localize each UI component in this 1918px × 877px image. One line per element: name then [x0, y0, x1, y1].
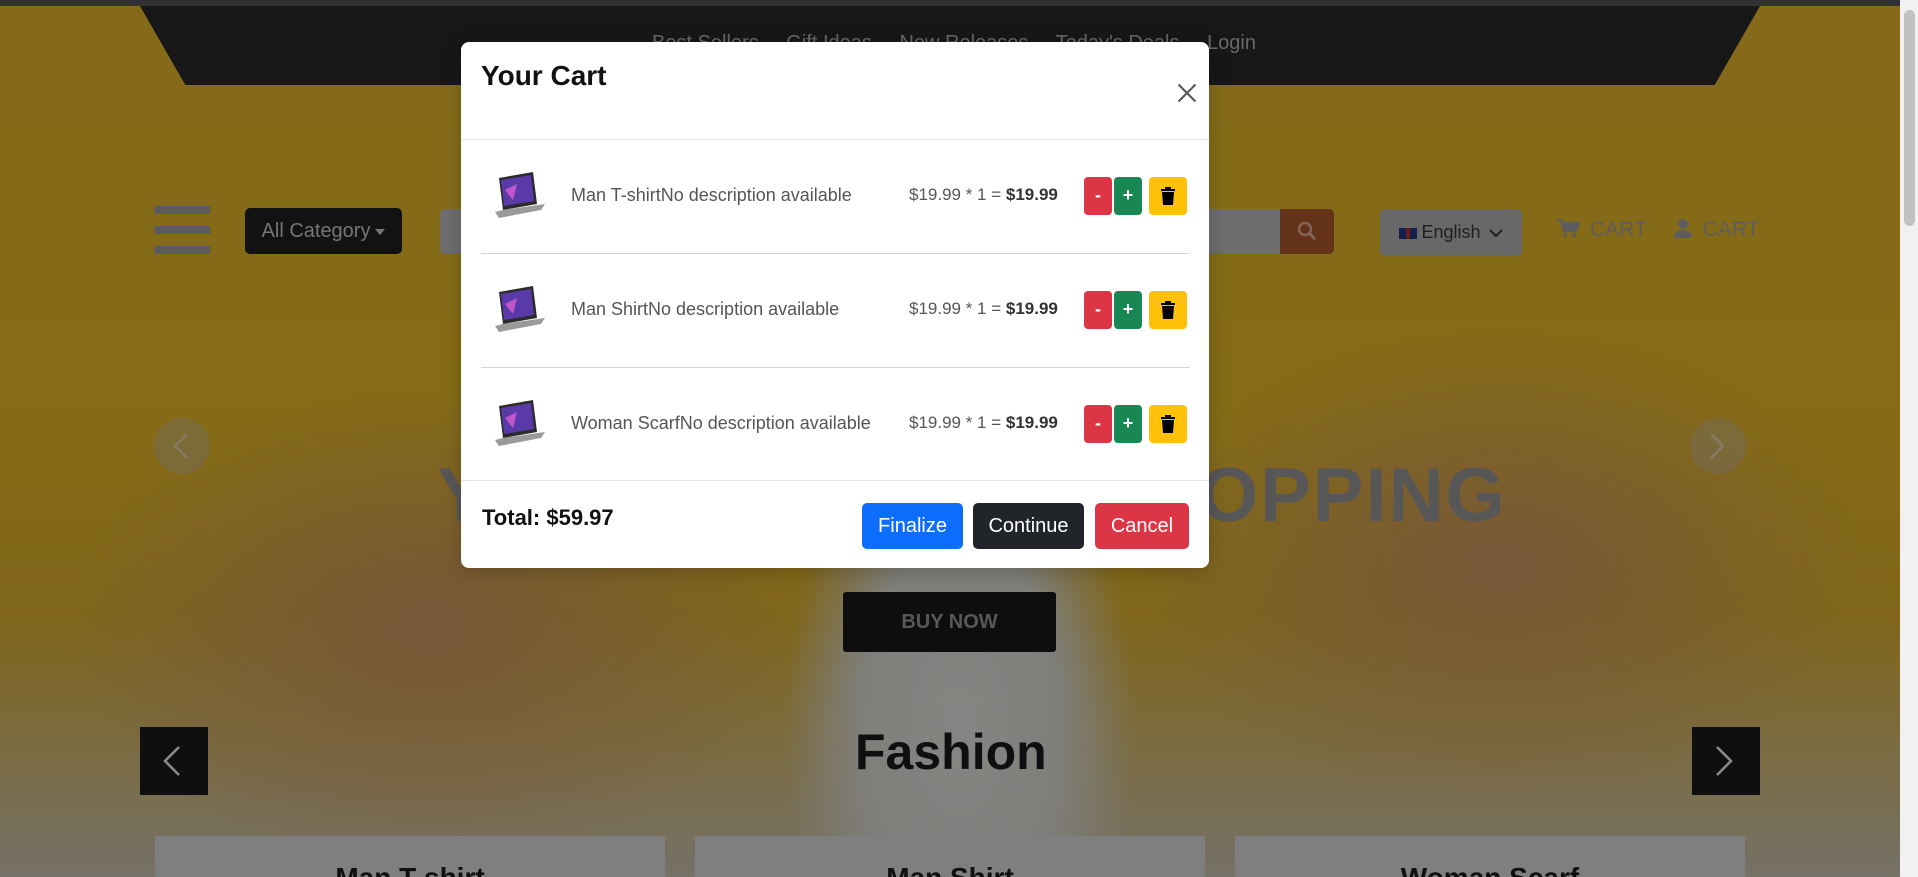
decrease-quantity-button[interactable]: -	[1084, 291, 1112, 329]
cart-item-price: $19.99 * 1 = $19.99	[909, 413, 1058, 433]
cart-modal: Your Cart Man T-shirtNo description avai…	[461, 42, 1209, 568]
cancel-button[interactable]: Cancel	[1095, 503, 1189, 549]
cart-item-subtotal: $19.99	[1005, 413, 1058, 432]
decrease-quantity-button[interactable]: -	[1084, 405, 1112, 443]
laptop-icon	[495, 286, 545, 332]
trash-icon	[1161, 415, 1175, 433]
trash-icon	[1161, 301, 1175, 319]
remove-item-button[interactable]	[1149, 291, 1187, 329]
decrease-quantity-button[interactable]: -	[1084, 177, 1112, 215]
finalize-button[interactable]: Finalize	[862, 503, 963, 549]
trash-icon	[1161, 187, 1175, 205]
continue-button[interactable]: Continue	[973, 503, 1084, 549]
cart-item-row: Woman ScarfNo description available $19.…	[481, 368, 1190, 481]
cart-item-price-expr: $19.99 * 1 =	[909, 299, 1006, 318]
laptop-icon	[495, 400, 545, 446]
cart-item-name: Man ShirtNo description available	[571, 299, 840, 319]
cart-item-price: $19.99 * 1 = $19.99	[909, 299, 1058, 319]
cart-item-row: Man ShirtNo description available $19.99…	[481, 254, 1190, 368]
cart-item-name: Man T-shirtNo description available	[571, 185, 852, 205]
increase-quantity-button[interactable]: +	[1114, 405, 1142, 443]
cart-item-price-expr: $19.99 * 1 =	[909, 413, 1006, 432]
cart-item-price-expr: $19.99 * 1 =	[909, 185, 1006, 204]
close-icon[interactable]	[1176, 82, 1198, 104]
cart-item-subtotal: $19.99	[1005, 185, 1058, 204]
remove-item-button[interactable]	[1149, 405, 1187, 443]
cart-item-subtotal: $19.99	[1005, 299, 1058, 318]
cart-item-name: Woman ScarfNo description available	[571, 413, 871, 433]
cart-item-row: Man T-shirtNo description available $19.…	[481, 140, 1190, 254]
cart-total: Total: $59.97	[482, 505, 614, 530]
cart-modal-header: Your Cart	[461, 42, 1209, 140]
cart-item-price: $19.99 * 1 = $19.99	[909, 185, 1058, 205]
laptop-icon	[495, 172, 545, 218]
cart-modal-title: Your Cart	[481, 60, 607, 91]
increase-quantity-button[interactable]: +	[1114, 177, 1142, 215]
cart-modal-footer: Total: $59.97 Finalize Continue Cancel	[461, 480, 1209, 569]
scrollbar-thumb[interactable]	[1904, 10, 1915, 226]
cart-item-list: Man T-shirtNo description available $19.…	[481, 140, 1190, 481]
increase-quantity-button[interactable]: +	[1114, 291, 1142, 329]
remove-item-button[interactable]	[1149, 177, 1187, 215]
